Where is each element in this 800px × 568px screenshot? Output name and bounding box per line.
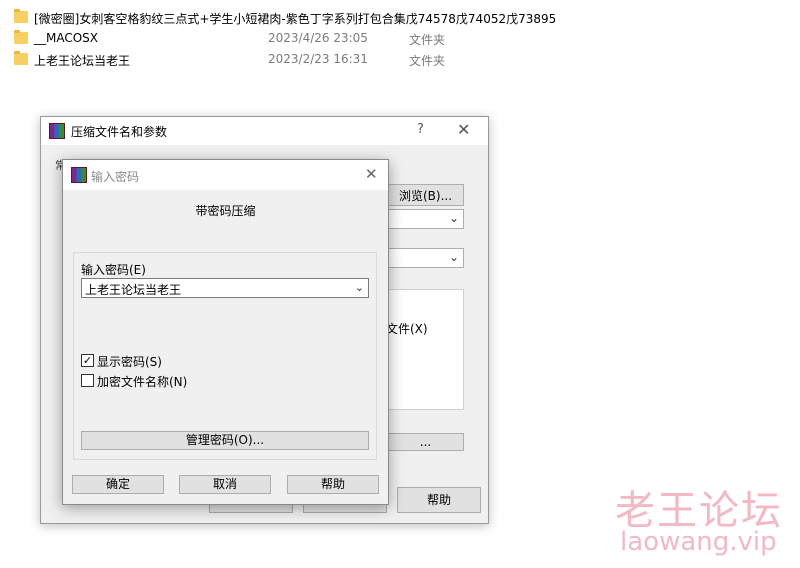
ok-button[interactable]: 确定: [72, 475, 164, 494]
password-input[interactable]: 上老王论坛当老王 ⌄: [81, 278, 369, 298]
folder-icon: [14, 30, 28, 44]
browse-button[interactable]: 浏览(B)...: [387, 184, 464, 206]
chevron-down-icon: ⌄: [448, 211, 459, 225]
file-name: [微密圈]女刺客空格豹纹三点式+学生小短裙肉-紫色丁字系列打包合集戊74578戊…: [34, 12, 557, 26]
archive-format-combo[interactable]: ⌄: [387, 248, 464, 268]
cancel-button[interactable]: 取消: [179, 475, 271, 494]
watermark-url: laowang.vip: [620, 527, 777, 557]
winrar-icon: [49, 123, 65, 139]
checkmark-icon: ✓: [82, 354, 93, 367]
file-row[interactable]: __MACOSX 2023/4/26 23:05 文件夹: [14, 30, 574, 48]
file-date: 2023/4/26 23:05: [268, 31, 368, 45]
password-value: 上老王论坛当老王: [85, 283, 182, 297]
file-row[interactable]: [微密圈]女刺客空格豹纹三点式+学生小短裙肉-紫色丁字系列打包合集戊74578戊…: [14, 9, 574, 27]
enter-password-dialog: 输入密码 ✕ 带密码压缩 输入密码(E) 上老王论坛当老王 ⌄ ✓ 显示密码(S…: [62, 159, 389, 505]
help-icon[interactable]: ?: [417, 122, 424, 137]
winrar-icon: [71, 167, 87, 183]
dialog-titlebar: 输入密码 ✕: [63, 160, 388, 190]
close-icon[interactable]: ✕: [457, 120, 470, 139]
settings-button[interactable]: ...: [387, 433, 464, 451]
file-row[interactable]: 上老王论坛当老王 2023/2/23 16:31 文件夹: [14, 51, 574, 69]
chevron-down-icon[interactable]: ⌄: [355, 281, 364, 294]
manage-passwords-button[interactable]: 管理密码(O)...: [81, 431, 369, 450]
help-button[interactable]: 帮助: [397, 487, 481, 513]
chevron-down-icon: ⌄: [448, 250, 459, 264]
dialog-subtitle: 带密码压缩: [195, 204, 256, 218]
folder-icon: [14, 51, 28, 65]
close-icon[interactable]: ✕: [365, 165, 378, 183]
encrypt-names-label: 加密文件名称(N): [97, 375, 188, 389]
archive-name-combo[interactable]: ⌄: [387, 209, 464, 229]
dialog-title: 输入密码: [91, 170, 140, 184]
show-password-label: 显示密码(S): [97, 355, 162, 369]
encrypt-names-checkbox[interactable]: [81, 374, 94, 387]
file-date: 2023/2/23 16:31: [268, 52, 368, 66]
window-title: 压缩文件名和参数: [71, 125, 168, 139]
file-type: 文件夹: [409, 33, 446, 47]
password-label: 输入密码(E): [81, 263, 146, 277]
option-label: 文件(X): [386, 322, 428, 336]
file-type: 文件夹: [409, 54, 446, 68]
folder-icon: [14, 9, 28, 23]
file-name: 上老王论坛当老王: [34, 54, 131, 68]
options-panel: 文件(X): [386, 289, 464, 410]
show-password-checkbox[interactable]: ✓: [81, 354, 94, 367]
file-name: __MACOSX: [34, 31, 99, 45]
help-button[interactable]: 帮助: [287, 475, 379, 494]
window-titlebar: 压缩文件名和参数 ? ✕: [41, 117, 488, 145]
